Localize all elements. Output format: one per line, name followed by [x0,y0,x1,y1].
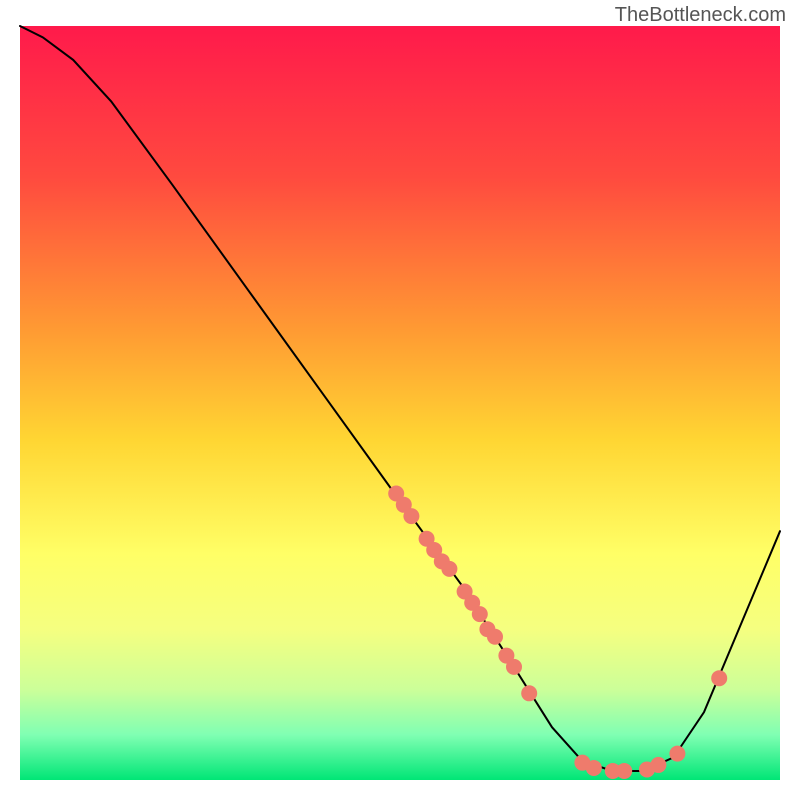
watermark-label: TheBottleneck.com [615,4,786,27]
scatter-point [506,659,522,675]
chart-svg [0,0,800,800]
chart-container: TheBottleneck.com [0,0,800,800]
scatter-point [669,746,685,762]
scatter-point [521,685,537,701]
scatter-point [487,629,503,645]
scatter-point [403,508,419,524]
scatter-point [586,760,602,776]
scatter-point [616,763,632,779]
scatter-point [441,561,457,577]
scatter-point [472,606,488,622]
scatter-point [650,757,666,773]
scatter-point [711,670,727,686]
plot-background [20,26,780,780]
